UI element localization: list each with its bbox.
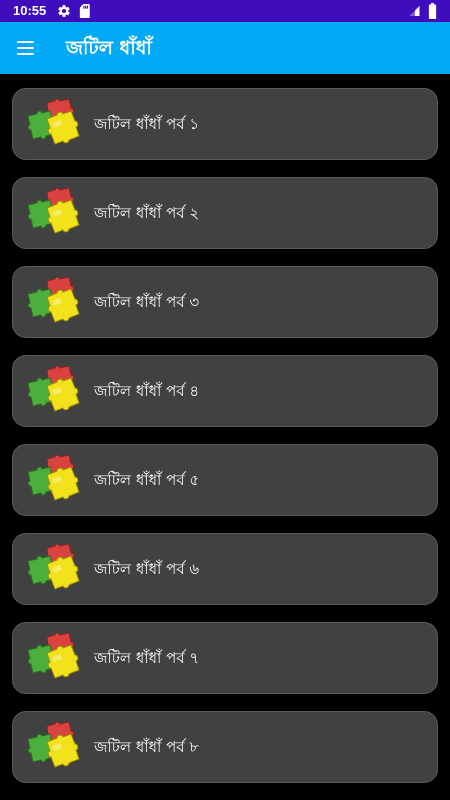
puzzle-pieces-icon [27, 455, 80, 501]
signal-icon [409, 6, 420, 16]
episode-label: জটিল ধাঁধাঁ পর্ব ৩ [94, 293, 200, 311]
puzzle-pieces-icon [27, 277, 80, 323]
episode-label: জটিল ধাঁধাঁ পর্ব ৮ [94, 738, 200, 756]
episode-card-1[interactable]: জটিল ধাঁধাঁ পর্ব ১ [12, 88, 438, 160]
status-bar: 10:55 [0, 0, 450, 22]
episode-card-4[interactable]: জটিল ধাঁধাঁ পর্ব ৪ [12, 355, 438, 427]
puzzle-pieces-icon [27, 99, 80, 145]
episode-card-2[interactable]: জটিল ধাঁধাঁ পর্ব ২ [12, 177, 438, 249]
episode-card-3[interactable]: জটিল ধাঁধাঁ পর্ব ৩ [12, 266, 438, 338]
app-bar: জটিল ধাঁধাঁ [0, 22, 450, 74]
episode-card-6[interactable]: জটিল ধাঁধাঁ পর্ব ৬ [12, 533, 438, 605]
episode-label: জটিল ধাঁধাঁ পর্ব ১ [94, 115, 200, 133]
sd-card-icon [79, 4, 90, 18]
episode-label: জটিল ধাঁধাঁ পর্ব ৪ [94, 382, 200, 400]
hamburger-menu-icon[interactable] [16, 40, 36, 56]
puzzle-pieces-icon [27, 722, 80, 768]
episode-card-8[interactable]: জটিল ধাঁধাঁ পর্ব ৮ [12, 711, 438, 783]
puzzle-pieces-icon [27, 633, 80, 679]
episode-card-5[interactable]: জটিল ধাঁধাঁ পর্ব ৫ [12, 444, 438, 516]
screen: 10:55 জটিল ধাঁধাঁ জটিল ধাঁধাঁ পর্ব ১ জটি… [0, 0, 450, 800]
episode-card-7[interactable]: জটিল ধাঁধাঁ পর্ব ৭ [12, 622, 438, 694]
episode-label: জটিল ধাঁধাঁ পর্ব ৭ [94, 649, 200, 667]
puzzle-pieces-icon [27, 188, 80, 234]
status-time: 10:55 [13, 3, 47, 18]
episode-label: জটিল ধাঁধাঁ পর্ব ৬ [94, 560, 200, 578]
episode-list: জটিল ধাঁধাঁ পর্ব ১ জটিল ধাঁধাঁ পর্ব ২ জট… [12, 88, 438, 800]
puzzle-pieces-icon [27, 366, 80, 412]
app-title: জটিল ধাঁধাঁ [66, 37, 152, 59]
gear-icon [58, 5, 70, 17]
episode-label: জটিল ধাঁধাঁ পর্ব ২ [94, 204, 200, 222]
puzzle-pieces-icon [27, 544, 80, 590]
battery-icon [428, 3, 437, 19]
episode-label: জটিল ধাঁধাঁ পর্ব ৫ [94, 471, 200, 489]
